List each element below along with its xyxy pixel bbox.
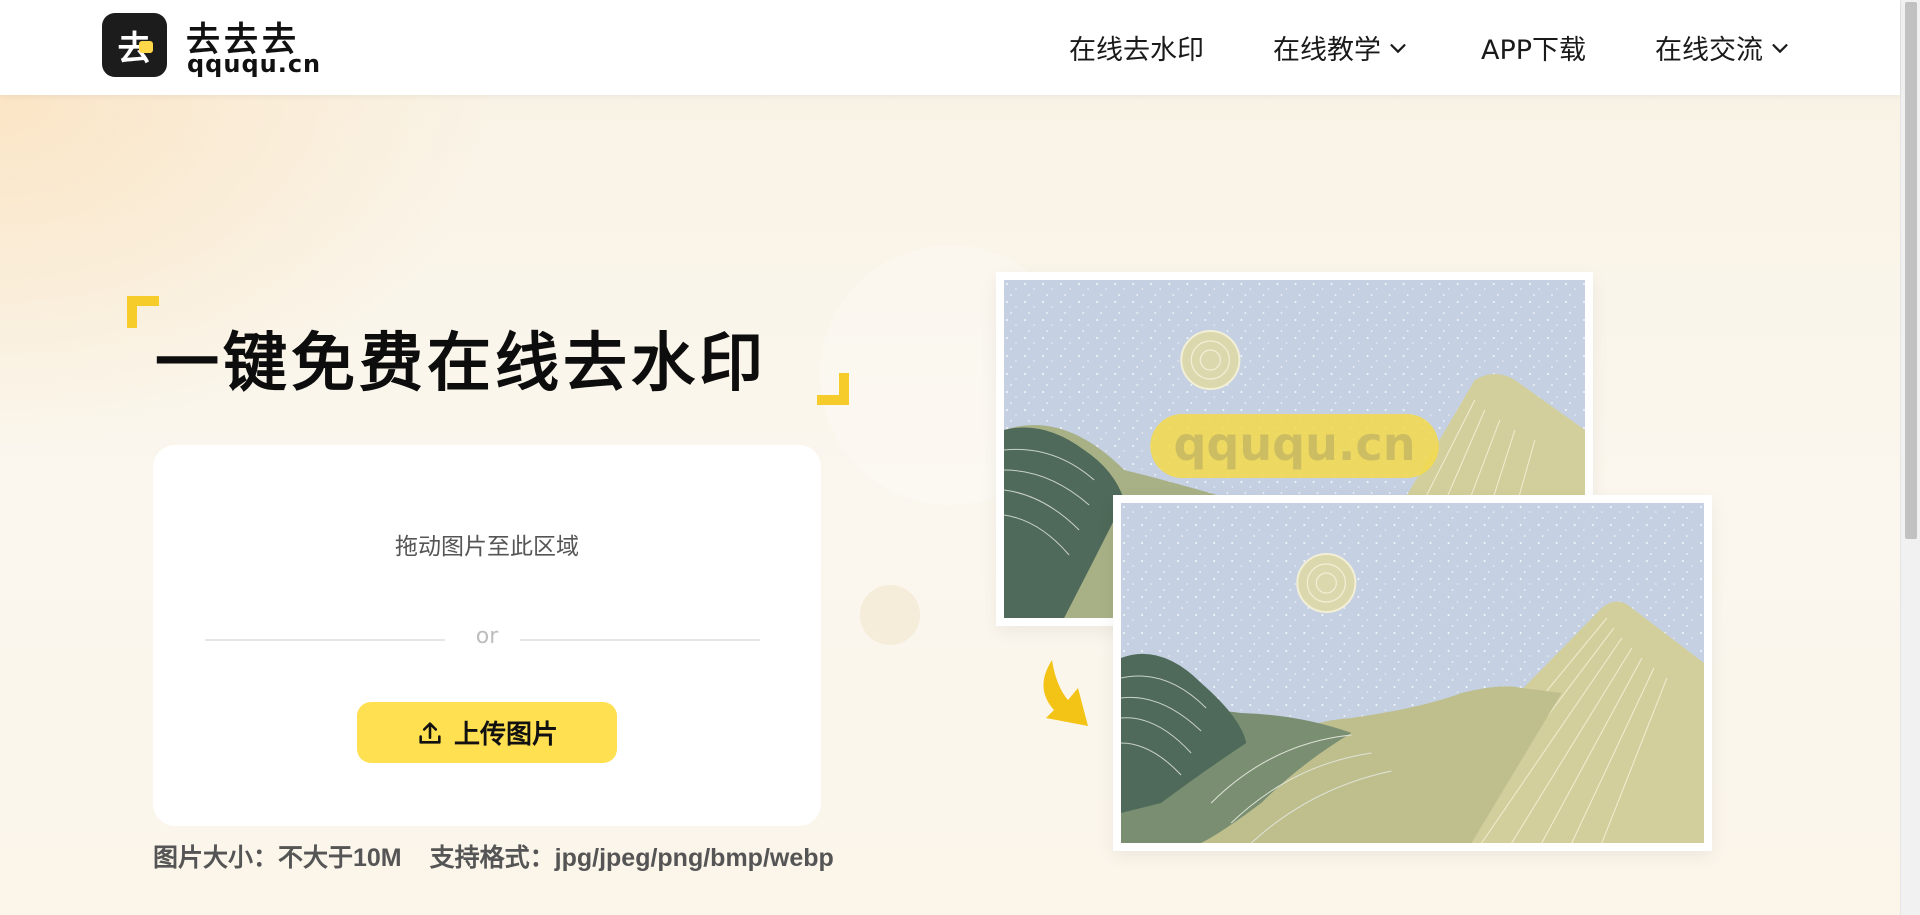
nav-remove-watermark[interactable]: 在线去水印: [1069, 28, 1204, 67]
nav-community[interactable]: 在线交流: [1655, 28, 1791, 67]
page-scrollbar[interactable]: [1900, 0, 1920, 915]
logo-icon[interactable]: 去: [102, 13, 167, 77]
divider-right: [520, 639, 760, 641]
scrollbar-thumb[interactable]: [1905, 2, 1917, 539]
upload-image-button[interactable]: 上传图片: [357, 702, 617, 763]
or-separator: or: [475, 624, 499, 649]
logo-domain: qququ.cn: [187, 50, 322, 78]
size-limit: 图片大小：不大于10M: [153, 844, 402, 872]
upload-specs: 图片大小：不大于10M 支持格式：jpg/jpeg/png/bmp/webp: [153, 838, 834, 874]
page-headline: 一键免费在线去水印: [155, 327, 767, 401]
chevron-down-icon: [1772, 43, 1788, 53]
watermark-text: qququ.cn: [1173, 417, 1415, 471]
upload-icon: [419, 721, 441, 744]
chevron-down-icon: [1390, 43, 1406, 53]
supported-formats: 支持格式：jpg/jpeg/png/bmp/webp: [429, 844, 834, 872]
nav-app-download[interactable]: APP下载: [1481, 28, 1586, 67]
site-header: 去 去去去 qququ.cn 在线去水印 在线教学 APP下载 在线交流: [0, 0, 1900, 95]
illustration-after: [1113, 495, 1712, 851]
nav-tutorials[interactable]: 在线教学: [1273, 28, 1409, 67]
headline-corner-bottom-right: [817, 373, 849, 405]
curved-arrow-icon: [1043, 660, 1088, 726]
upload-dropzone[interactable]: 拖动图片至此区域 or 上传图片: [153, 445, 821, 826]
drag-hint: 拖动图片至此区域: [395, 534, 579, 560]
